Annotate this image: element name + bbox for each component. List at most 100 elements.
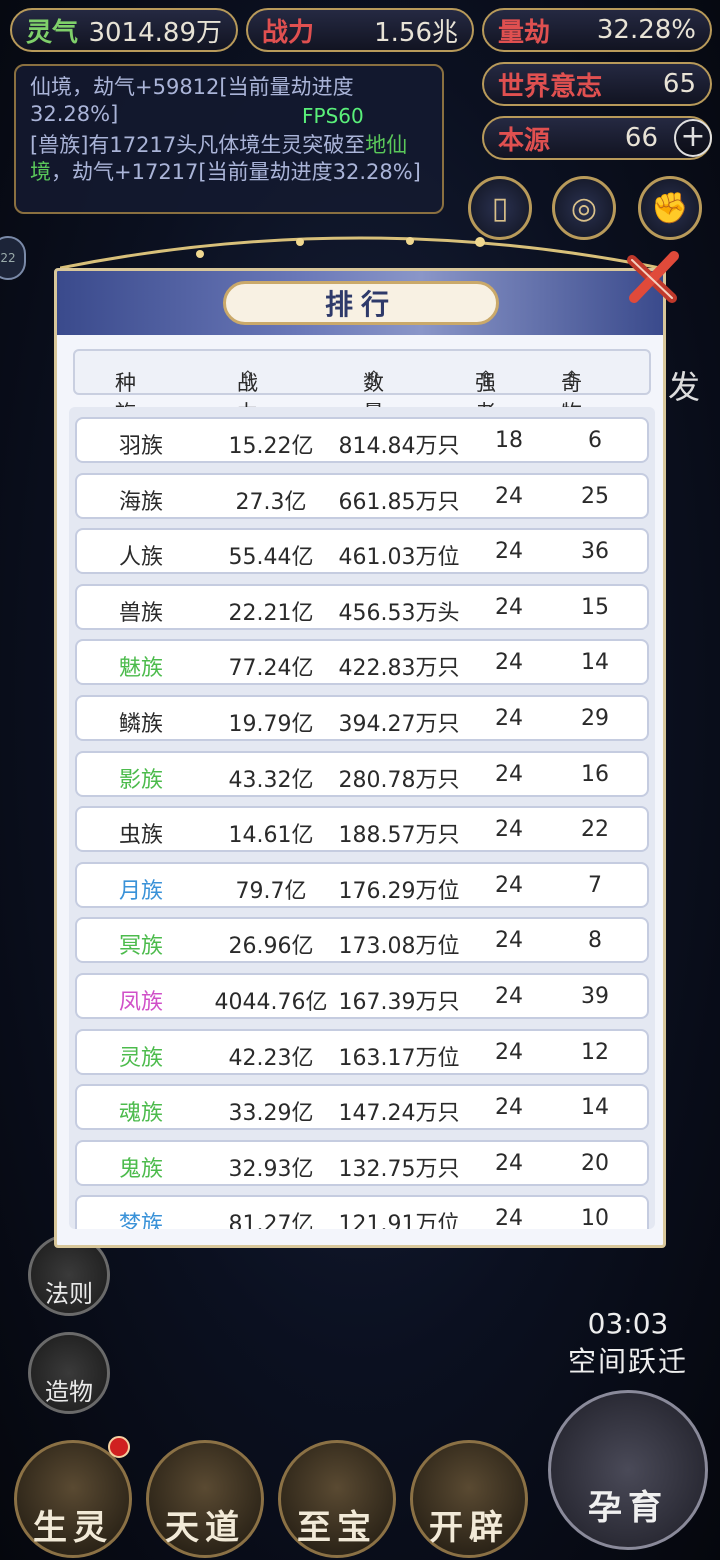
strong-value: 24 <box>495 706 523 731</box>
strong-value: 24 <box>495 483 523 509</box>
zao-wu-label: 造物 <box>45 1378 93 1406</box>
sort-arrow-icon: ⇧ <box>239 367 257 391</box>
fa-ze-label: 法则 <box>45 1280 93 1308</box>
origin-label: 本源 <box>498 125 551 156</box>
strong-value: 24 <box>495 928 523 954</box>
side-badge-text: 22 <box>0 251 16 265</box>
items-value: 14 <box>581 650 609 676</box>
count-value: 461.03万位 <box>338 545 460 571</box>
table-row[interactable]: 虫族 14.61亿 188.57万只 24 22 <box>75 806 649 853</box>
items-value: 29 <box>581 706 609 731</box>
space-jump-button[interactable]: 03:03 空间跃迁 <box>548 1240 708 1380</box>
log-line-2-prefix: [兽族]有17217头凡体境生灵突破至 <box>30 133 366 157</box>
zhanli-label: 战力 <box>262 17 315 48</box>
race-name: 梦族 <box>118 1212 164 1229</box>
power-value: 19.79亿 <box>228 712 314 737</box>
race-name: 冥族 <box>118 934 164 960</box>
race-name: 海族 <box>118 489 164 515</box>
sort-arrow-icon: ⇧ <box>563 367 581 391</box>
power-value: 15.22亿 <box>228 434 314 459</box>
table-row[interactable]: 羽族 15.22亿 814.84万只 18 6 <box>75 417 649 463</box>
fps-counter: FPS60 <box>302 104 364 128</box>
count-value: 147.24万只 <box>338 1101 460 1127</box>
tab-sheng-ling[interactable]: 生灵 <box>14 1440 132 1558</box>
add-origin-button[interactable]: + <box>674 119 712 157</box>
count-value: 280.78万只 <box>338 767 460 793</box>
power-value: 26.96亿 <box>228 934 314 960</box>
strong-value: 24 <box>495 817 523 843</box>
count-value: 163.17万位 <box>338 1045 460 1071</box>
world-will-label: 世界意志 <box>498 71 603 102</box>
strong-value: 24 <box>495 872 523 898</box>
liangjie-value: 32.28% <box>596 15 696 45</box>
table-row[interactable]: 海族 27.3亿 661.85万只 24 25 <box>75 472 649 519</box>
strong-value: 24 <box>495 650 523 676</box>
world-will-stat[interactable]: 世界意志 65 <box>482 62 712 106</box>
event-log: 仙境，劫气+59812[当前量劫进度32.28%] [兽族]有17217头凡体境… <box>14 64 444 214</box>
race-name: 羽族 <box>118 434 164 459</box>
strong-value: 24 <box>495 761 523 787</box>
count-value: 814.84万只 <box>338 434 460 459</box>
liangjie-label: 量劫 <box>498 17 551 48</box>
table-row[interactable]: 凤族 4044.76亿 167.39万只 24 39 <box>75 973 649 1019</box>
race-name: 魅族 <box>118 656 164 682</box>
tab-zhi-bao-label: 至宝 <box>297 1508 377 1548</box>
tab-kai-pi-label: 开辟 <box>429 1508 509 1548</box>
count-value: 394.27万只 <box>338 712 460 737</box>
race-name: 灵族 <box>118 1045 164 1071</box>
table-row[interactable]: 兽族 22.21亿 456.53万头 24 15 <box>75 583 649 630</box>
fist-icon: ✊ <box>651 190 689 226</box>
notification-dot <box>108 1436 130 1458</box>
strong-value: 24 <box>495 984 523 1009</box>
space-jump-label: 空间跃迁 <box>567 1345 688 1378</box>
items-value: 15 <box>581 594 609 620</box>
power-value: 32.93亿 <box>228 1156 314 1182</box>
power-value: 42.23亿 <box>228 1045 314 1071</box>
power-value: 79.7亿 <box>235 878 307 904</box>
race-name: 鬼族 <box>118 1156 164 1182</box>
power-value: 77.24亿 <box>228 656 314 682</box>
table-row[interactable]: 鳞族 19.79亿 394.27万只 24 29 <box>75 695 649 741</box>
tab-zhi-bao[interactable]: 至宝 <box>278 1440 396 1558</box>
table-row[interactable]: 魂族 33.29亿 147.24万只 24 14 <box>75 1084 649 1131</box>
table-row[interactable]: 人族 55.44亿 461.03万位 24 36 <box>75 528 649 575</box>
table-row[interactable]: 魅族 77.24亿 422.83万只 24 14 <box>75 639 649 686</box>
items-value: 8 <box>588 928 602 954</box>
items-value: 12 <box>581 1039 609 1065</box>
race-name: 影族 <box>118 767 164 793</box>
liangjie-stat[interactable]: 量劫 32.28% <box>482 8 712 52</box>
race-name: 兽族 <box>118 600 164 626</box>
tab-kai-pi[interactable]: 开辟 <box>410 1440 528 1558</box>
close-icon[interactable] <box>622 246 686 310</box>
lingqi-value: 3014.89万 <box>88 17 222 48</box>
modal-title: 排行 <box>223 281 499 325</box>
table-row[interactable]: 灵族 42.23亿 163.17万位 24 12 <box>75 1028 649 1075</box>
zhanli-value: 1.56兆 <box>374 17 458 48</box>
table-row[interactable]: 冥族 26.96亿 173.08万位 24 8 <box>75 917 649 964</box>
power-value: 55.44亿 <box>228 545 314 571</box>
sort-arrow-icon: ⇧ <box>477 367 495 391</box>
power-value: 4044.76亿 <box>214 990 328 1015</box>
table-row[interactable]: 影族 43.32亿 280.78万只 24 16 <box>75 750 649 797</box>
count-value: 167.39万只 <box>338 990 460 1015</box>
yun-yu-button[interactable]: 孕育 <box>548 1390 708 1550</box>
power-value: 81.27亿 <box>228 1212 314 1229</box>
zao-wu-button[interactable]: 造物 <box>28 1332 110 1414</box>
column-header-row: 种族 战力⇧ 数量⇧ 强者⇧ 奇物⇧ <box>73 349 651 425</box>
tab-tian-dao[interactable]: 天道 <box>146 1440 264 1558</box>
table-row[interactable]: 月族 79.7亿 176.29万位 24 7 <box>75 861 649 908</box>
race-name: 虫族 <box>118 823 164 849</box>
count-value: 132.75万只 <box>338 1156 460 1182</box>
strong-value: 24 <box>495 594 523 620</box>
side-badge[interactable]: 22 <box>0 236 26 280</box>
table-row[interactable]: 梦族 81.27亿 121.91万位 24 10 <box>75 1195 649 1229</box>
card-icon: ▯ <box>491 190 509 226</box>
count-value: 176.29万位 <box>338 878 460 904</box>
strong-value: 24 <box>495 539 523 565</box>
items-value: 25 <box>581 483 609 509</box>
count-value: 422.83万只 <box>338 656 460 682</box>
items-value: 22 <box>581 817 609 843</box>
tab-tian-dao-label: 天道 <box>165 1508 245 1548</box>
ranking-list[interactable]: 羽族 15.22亿 814.84万只 18 6 海族 27.3亿 661.85万只 24 25 人族… <box>69 407 655 1229</box>
table-row[interactable]: 鬼族 32.93亿 132.75万只 24 20 <box>75 1139 649 1186</box>
